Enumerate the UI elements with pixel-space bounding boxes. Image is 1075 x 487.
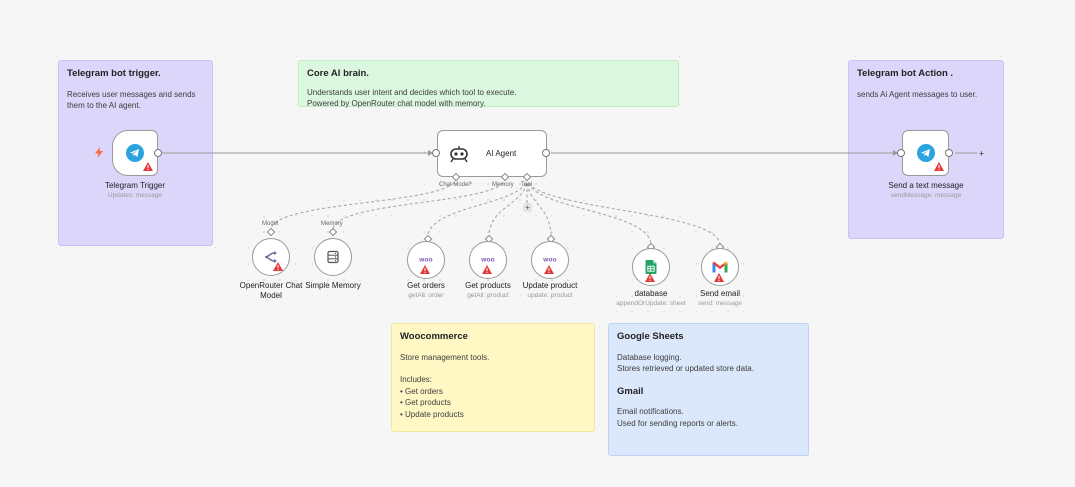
woocommerce-icon: woo [419, 256, 433, 264]
ai-agent-node[interactable]: AI Agent [437, 130, 547, 177]
sticky-subtitle: Gmail [617, 385, 644, 397]
sticky-list-item: • Get orders [400, 386, 443, 396]
warning-icon [273, 262, 283, 271]
memory-input-port[interactable] [328, 227, 338, 237]
get-orders-node[interactable]: woo [407, 241, 445, 279]
node-label: OpenRouter Chat Model [239, 281, 303, 300]
port-label: Chat Model* [439, 182, 473, 188]
node-subtitle: update: product [527, 292, 573, 299]
node-subtitle: send: message [697, 300, 743, 307]
sticky-line: Store management tools. [400, 352, 490, 362]
warning-icon [143, 162, 153, 171]
simple-memory-node[interactable] [314, 238, 352, 276]
telegram-trigger-node[interactable] [112, 130, 158, 176]
update-product-node[interactable]: woo [531, 241, 569, 279]
wire-memory [332, 177, 506, 231]
google-sheets-icon [645, 260, 657, 274]
node-label: Send email [699, 289, 741, 298]
port-label: Tool [521, 182, 533, 188]
node-label: AI Agent [486, 149, 517, 158]
lightning-bolt-icon [95, 147, 103, 161]
wire-tool-email [526, 177, 721, 246]
node-label: Telegram Trigger [104, 181, 166, 190]
warning-icon [645, 273, 655, 282]
send-text-message-node[interactable] [902, 130, 949, 176]
telegram-icon [916, 144, 935, 162]
robot-icon [448, 145, 470, 163]
node-subtitle: getAll: product [467, 292, 509, 299]
node-label: Update product [522, 281, 578, 290]
sticky-body: sends Ai Agent messages to user. [857, 89, 978, 99]
sticky-line: Includes: [400, 375, 433, 384]
send-email-node[interactable] [701, 248, 739, 286]
sticky-title: Core AI brain. [307, 68, 369, 79]
woocommerce-icon: woo [543, 256, 557, 264]
get-products-node[interactable]: woo [469, 241, 507, 279]
port-label: Model [262, 221, 279, 227]
sticky-google-sheets[interactable]: Google Sheets Database logging. Stores r… [608, 323, 809, 456]
node-label: Get products [465, 281, 511, 290]
input-port[interactable] [432, 149, 440, 157]
warning-icon [482, 265, 492, 274]
sticky-line: Email notifications. [617, 407, 684, 416]
wire-tool-database [526, 177, 652, 246]
sticky-core-ai[interactable]: Core AI brain. Understands user intent a… [298, 60, 679, 108]
output-port[interactable] [945, 149, 953, 157]
plus-icon[interactable]: + [523, 203, 532, 212]
sticky-title: Google Sheets [617, 331, 684, 342]
sticky-woocommerce[interactable]: Woocommerce Store management tools. Incl… [391, 323, 595, 432]
node-label: Send a text message [888, 181, 964, 190]
warning-icon [420, 265, 430, 274]
node-label: Get orders [407, 281, 445, 290]
sticky-title: Telegram bot Action . [857, 68, 954, 79]
sticky-list-item: • Get products [400, 398, 451, 407]
model-input-port[interactable] [266, 227, 276, 237]
sticky-line: Understands user intent and decides whic… [307, 87, 517, 97]
database-stack-icon [327, 250, 339, 264]
telegram-icon [126, 144, 144, 162]
node-subtitle: getAll: order [408, 292, 444, 299]
port-label: Memory [492, 182, 514, 188]
sticky-line: Used for sending reports or alerts. [617, 418, 738, 428]
node-subtitle: Updates: message [107, 192, 163, 199]
node-subtitle: sendMessage: message [890, 192, 962, 199]
warning-icon [544, 265, 554, 274]
sticky-line: Stores retrieved or updated store data. [617, 364, 754, 373]
wire-model [270, 177, 457, 231]
sticky-title: Telegram bot trigger. [67, 68, 161, 79]
woocommerce-icon: woo [481, 256, 495, 264]
gmail-icon [712, 261, 728, 273]
input-port[interactable] [897, 149, 905, 157]
warning-icon [714, 273, 724, 282]
database-node[interactable] [632, 248, 670, 286]
sticky-list-item: • Update products [400, 409, 464, 419]
sticky-line: Powered by OpenRouter chat model with me… [307, 99, 486, 108]
warning-icon [934, 162, 944, 171]
openrouter-chat-model-node[interactable] [252, 238, 290, 276]
output-port[interactable] [154, 149, 162, 157]
port-label: Memory [321, 221, 343, 227]
output-port[interactable] [542, 149, 550, 157]
node-label: Simple Memory [305, 281, 361, 290]
plus-icon[interactable]: + [977, 149, 986, 158]
sticky-title: Woocommerce [400, 331, 468, 342]
sticky-line: Database logging. [617, 352, 682, 362]
sticky-body: Receives user messages and sends them to… [67, 89, 196, 111]
